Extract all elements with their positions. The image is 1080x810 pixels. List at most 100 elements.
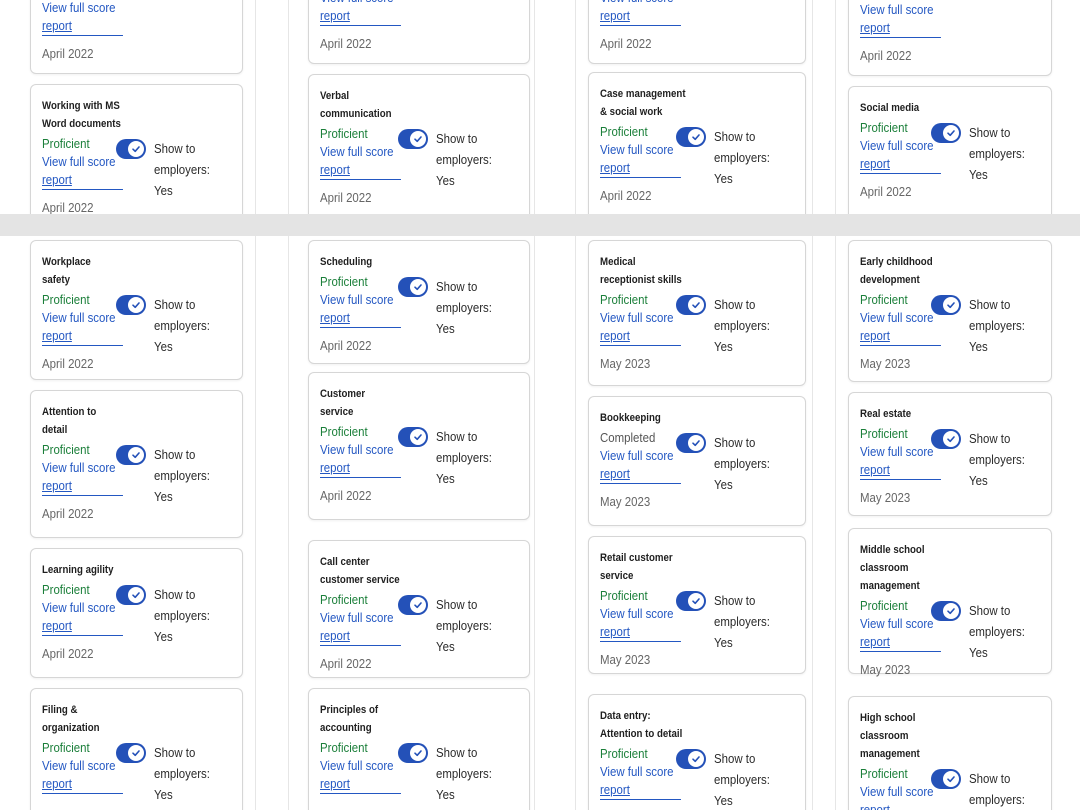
- link-line[interactable]: report: [600, 7, 681, 25]
- link-line[interactable]: View full score: [320, 441, 401, 459]
- show-to-employers-toggle[interactable]: [931, 123, 961, 143]
- view-full-score-report-link[interactable]: View full scorereport: [320, 291, 401, 328]
- show-to-employers-toggle[interactable]: [676, 749, 706, 769]
- show-to-employers-toggle[interactable]: [676, 591, 706, 611]
- link-line[interactable]: report: [42, 477, 123, 495]
- show-to-employers-toggle[interactable]: [676, 127, 706, 147]
- view-full-score-report-link[interactable]: View full scorereport: [860, 615, 941, 652]
- view-full-score-report-link[interactable]: View full scorereport: [600, 0, 681, 26]
- link-line[interactable]: View full score: [42, 153, 123, 171]
- link-line[interactable]: report: [860, 155, 941, 173]
- view-full-score-report-link[interactable]: View full scorereport: [320, 609, 401, 646]
- view-full-score-report-link[interactable]: View full scorereport: [860, 783, 941, 810]
- show-to-employers-toggle[interactable]: [676, 433, 706, 453]
- view-full-score-report-link[interactable]: View full scorereport: [860, 137, 941, 174]
- view-full-score-report-link[interactable]: View full scorereport: [600, 309, 681, 346]
- link-line[interactable]: View full score: [860, 309, 941, 327]
- link-line[interactable]: report: [320, 459, 401, 477]
- view-full-score-report-link[interactable]: View full scorereport: [320, 143, 401, 180]
- show-to-employers-toggle[interactable]: [931, 295, 961, 315]
- link-line[interactable]: report: [600, 327, 681, 345]
- link-line[interactable]: report: [860, 327, 941, 345]
- link-line[interactable]: View full score: [320, 0, 401, 7]
- link-line[interactable]: report: [320, 161, 401, 179]
- link-line[interactable]: View full score: [320, 757, 401, 775]
- link-line[interactable]: View full score: [860, 137, 941, 155]
- link-line[interactable]: View full score: [42, 459, 123, 477]
- link-line[interactable]: report: [42, 617, 123, 635]
- link-line[interactable]: View full score: [600, 309, 681, 327]
- view-full-score-report-link[interactable]: View full scorereport: [600, 605, 681, 642]
- link-line[interactable]: View full score: [860, 783, 941, 801]
- view-full-score-report-link[interactable]: View full scorereport: [600, 763, 681, 800]
- show-to-employers-toggle[interactable]: [398, 277, 428, 297]
- view-full-score-report-link[interactable]: View full scorereport: [42, 0, 123, 36]
- link-line[interactable]: report: [860, 19, 941, 37]
- link-line[interactable]: report: [320, 7, 401, 25]
- show-to-employers-toggle[interactable]: [931, 769, 961, 789]
- view-full-score-report-link[interactable]: View full scorereport: [860, 1, 941, 38]
- link-line[interactable]: View full score: [860, 1, 941, 19]
- link-line[interactable]: View full score: [320, 291, 401, 309]
- link-line[interactable]: View full score: [600, 763, 681, 781]
- view-full-score-report-link[interactable]: View full scorereport: [42, 757, 123, 794]
- skill-title-line: Social media: [860, 102, 920, 114]
- link-line[interactable]: report: [600, 465, 681, 483]
- link-line[interactable]: report: [860, 461, 941, 479]
- show-to-employers-toggle[interactable]: [398, 129, 428, 149]
- view-full-score-report-link[interactable]: View full scorereport: [860, 309, 941, 346]
- show-to-employers-toggle[interactable]: [676, 295, 706, 315]
- show-to-employers-toggle[interactable]: [116, 139, 146, 159]
- show-to-employers-toggle[interactable]: [398, 743, 428, 763]
- link-line[interactable]: View full score: [42, 0, 123, 17]
- skill-title-line: development: [860, 274, 920, 286]
- link-line[interactable]: View full score: [860, 615, 941, 633]
- link-line[interactable]: View full score: [600, 141, 681, 159]
- view-full-score-report-link[interactable]: View full scorereport: [42, 153, 123, 190]
- view-full-score-report-link[interactable]: View full scorereport: [320, 441, 401, 478]
- link-line[interactable]: report: [860, 633, 941, 651]
- yes-text: Yes: [969, 473, 988, 488]
- link-line[interactable]: report: [42, 17, 123, 35]
- link-line[interactable]: View full score: [42, 757, 123, 775]
- link-line[interactable]: report: [320, 627, 401, 645]
- view-full-score-report-link[interactable]: View full scorereport: [860, 443, 941, 480]
- skill-status: Proficient: [600, 124, 648, 139]
- show-to-employers-toggle[interactable]: [931, 601, 961, 621]
- link-line[interactable]: View full score: [600, 605, 681, 623]
- link-line[interactable]: View full score: [860, 443, 941, 461]
- show-to-employers-toggle[interactable]: [116, 445, 146, 465]
- view-full-score-report-link[interactable]: View full scorereport: [42, 599, 123, 636]
- employers-text: employers:: [969, 624, 1025, 639]
- column-divider: [835, 0, 836, 214]
- link-line[interactable]: View full score: [42, 599, 123, 617]
- view-full-score-report-link[interactable]: View full scorereport: [42, 309, 123, 346]
- show-to-employers-toggle[interactable]: [398, 427, 428, 447]
- link-line[interactable]: report: [600, 781, 681, 799]
- view-full-score-report-link[interactable]: View full scorereport: [42, 459, 123, 496]
- link-line[interactable]: report: [42, 775, 123, 793]
- show-to-employers-toggle[interactable]: [116, 585, 146, 605]
- show-to-employers-toggle[interactable]: [116, 743, 146, 763]
- link-line[interactable]: report: [600, 623, 681, 641]
- view-full-score-report-link[interactable]: View full scorereport: [320, 0, 401, 26]
- link-line[interactable]: report: [860, 801, 941, 810]
- yes-text: Yes: [436, 787, 455, 802]
- link-line[interactable]: View full score: [42, 309, 123, 327]
- link-line[interactable]: report: [42, 171, 123, 189]
- link-line[interactable]: View full score: [320, 609, 401, 627]
- show-to-employers-toggle[interactable]: [116, 295, 146, 315]
- link-line[interactable]: View full score: [320, 143, 401, 161]
- view-full-score-report-link[interactable]: View full scorereport: [600, 447, 681, 484]
- column-divider: [575, 0, 576, 214]
- view-full-score-report-link[interactable]: View full scorereport: [600, 141, 681, 178]
- link-line[interactable]: View full score: [600, 447, 681, 465]
- link-line[interactable]: report: [320, 309, 401, 327]
- view-full-score-report-link[interactable]: View full scorereport: [320, 757, 401, 794]
- link-line[interactable]: report: [42, 327, 123, 345]
- link-line[interactable]: View full score: [600, 0, 681, 7]
- link-line[interactable]: report: [320, 775, 401, 793]
- link-line[interactable]: report: [600, 159, 681, 177]
- show-to-employers-toggle[interactable]: [931, 429, 961, 449]
- show-to-employers-toggle[interactable]: [398, 595, 428, 615]
